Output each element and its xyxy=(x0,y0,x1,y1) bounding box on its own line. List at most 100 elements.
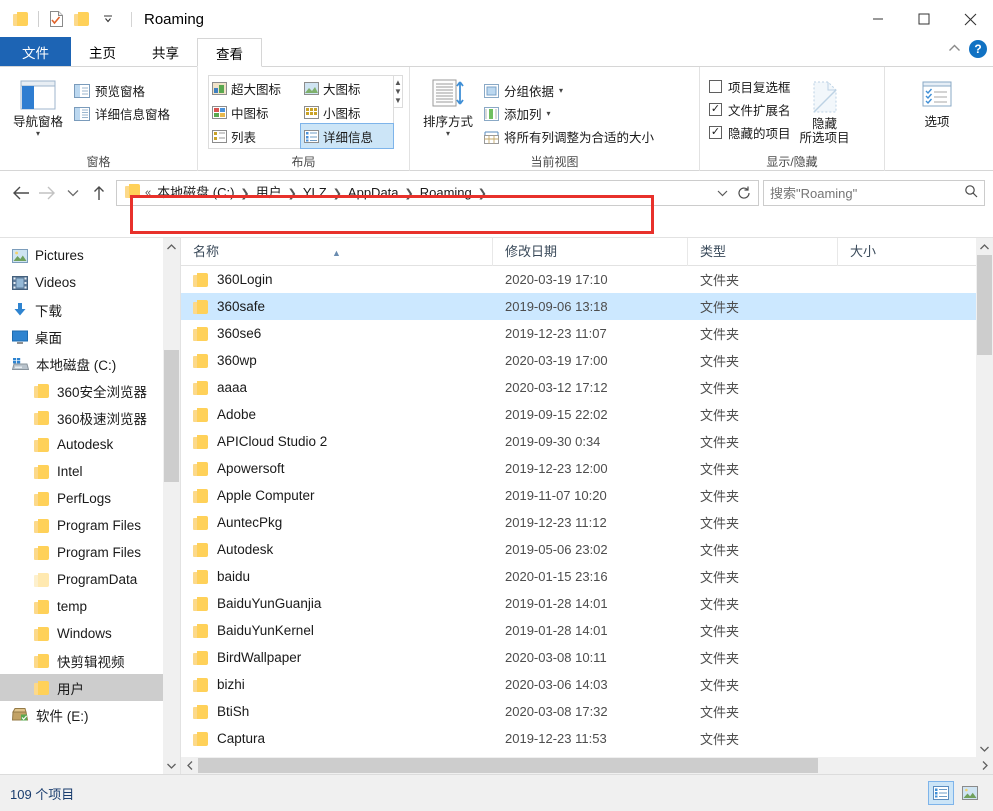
breadcrumb-item-3[interactable]: AppData xyxy=(343,182,404,204)
table-row[interactable]: Adobe 2019-09-15 22:02 文件夹 xyxy=(181,401,993,428)
forward-button[interactable] xyxy=(34,180,60,206)
table-row[interactable]: BtiSh 2020-03-08 17:32 文件夹 xyxy=(181,698,993,725)
file-list-vertical-scrollbar[interactable] xyxy=(976,238,993,757)
close-button[interactable] xyxy=(947,0,993,38)
gallery-scroll-down-icon[interactable]: ▼ xyxy=(394,87,402,96)
table-row[interactable]: baidu 2020-01-15 23:16 文件夹 xyxy=(181,563,993,590)
properties-icon[interactable] xyxy=(43,6,69,32)
sidebar-scrollbar-thumb[interactable] xyxy=(164,350,179,482)
gallery-scroll-up-icon[interactable]: ▲ xyxy=(394,78,402,87)
help-icon[interactable]: ? xyxy=(969,40,987,58)
column-header-name[interactable]: ▲ 名称 xyxy=(181,238,493,266)
details-pane-button[interactable]: 详细信息窗格 xyxy=(70,102,174,125)
sidebar-item-temp[interactable]: temp xyxy=(0,593,180,620)
up-button[interactable] xyxy=(86,180,112,206)
sidebar-scroll-down-icon[interactable] xyxy=(163,757,180,774)
layout-details[interactable]: 详细信息 xyxy=(300,123,394,149)
customize-dropdown-icon[interactable] xyxy=(95,6,121,32)
navigation-pane-button[interactable]: 导航窗格 ▾ xyxy=(6,71,70,138)
checkbox-checked-icon[interactable]: ✓ xyxy=(709,126,722,139)
search-input[interactable] xyxy=(770,185,964,201)
breadcrumb-item-4[interactable]: Roaming xyxy=(415,182,477,204)
file-list-horizontal-scrollbar[interactable] xyxy=(181,757,993,774)
sidebar-item-users[interactable]: 用户 xyxy=(0,674,180,701)
add-columns-button[interactable]: 添加列 ▾ xyxy=(480,102,658,125)
tab-view[interactable]: 查看 xyxy=(197,38,262,67)
table-row[interactable]: Apple Computer 2019-11-07 10:20 文件夹 xyxy=(181,482,993,509)
sidebar-item-programdata[interactable]: ProgramData xyxy=(0,566,180,593)
table-row[interactable]: 360safe 2019-09-06 13:18 文件夹 xyxy=(181,293,993,320)
search-icon[interactable] xyxy=(964,184,978,203)
gallery-expand-icon[interactable]: ▼ xyxy=(394,96,402,105)
size-all-columns-button[interactable]: 将所有列调整为合适的大小 xyxy=(480,125,658,148)
group-by-button[interactable]: 分组依据 ▾ xyxy=(480,79,658,102)
table-row[interactable]: aaaa 2020-03-12 17:12 文件夹 xyxy=(181,374,993,401)
table-row[interactable]: BirdWallpaper 2020-03-08 10:11 文件夹 xyxy=(181,644,993,671)
table-row[interactable]: 360wp 2020-03-19 17:00 文件夹 xyxy=(181,347,993,374)
checkbox-unchecked-icon[interactable] xyxy=(709,80,722,93)
sidebar-item-360-safe-browser[interactable]: 360安全浏览器 xyxy=(0,377,180,404)
details-view-button[interactable] xyxy=(928,781,954,805)
breadcrumb-chevron-0[interactable]: ❯ xyxy=(239,187,250,200)
sidebar-item-perflogs[interactable]: PerfLogs xyxy=(0,485,180,512)
sidebar-scrollbar[interactable] xyxy=(163,238,180,774)
file-scrollbar-thumb[interactable] xyxy=(977,255,992,355)
refresh-icon[interactable] xyxy=(734,182,754,204)
minimize-button[interactable] xyxy=(855,0,901,38)
table-row[interactable]: AuntecPkg 2019-12-23 11:12 文件夹 xyxy=(181,509,993,536)
new-folder-icon[interactable] xyxy=(69,6,95,32)
tab-home[interactable]: 主页 xyxy=(71,37,134,66)
sidebar-item-program-files-x86[interactable]: Program Files xyxy=(0,539,180,566)
breadcrumb-chevron-3[interactable]: ❯ xyxy=(404,187,415,200)
layout-small-icons[interactable]: 小图标 xyxy=(301,100,393,124)
sidebar-item-program-files[interactable]: Program Files xyxy=(0,512,180,539)
collapse-ribbon-icon[interactable] xyxy=(948,40,961,58)
checkbox-checked-icon[interactable]: ✓ xyxy=(709,103,722,116)
tab-file[interactable]: 文件 xyxy=(0,37,71,66)
large-icons-view-button[interactable] xyxy=(957,781,983,805)
column-header-size[interactable]: 大小 xyxy=(838,238,948,266)
table-row[interactable]: Autodesk 2019-05-06 23:02 文件夹 xyxy=(181,536,993,563)
maximize-button[interactable] xyxy=(901,0,947,38)
breadcrumb-item-1[interactable]: 用户 xyxy=(251,182,287,204)
folder-icon[interactable] xyxy=(8,6,34,32)
sidebar-item-360-speed-browser[interactable]: 360极速浏览器 xyxy=(0,404,180,431)
file-hscrollbar-thumb[interactable] xyxy=(198,758,818,773)
breadcrumb-item-2[interactable]: YLZ xyxy=(298,182,332,204)
file-extensions-option[interactable]: ✓ 文件扩展名 xyxy=(706,98,794,121)
file-scroll-down-icon[interactable] xyxy=(976,740,993,757)
sidebar-item-windows[interactable]: Windows xyxy=(0,620,180,647)
table-row[interactable]: Captura 2019-12-23 11:53 文件夹 xyxy=(181,725,993,752)
table-row[interactable]: APICloud Studio 2 2019-09-30 0:34 文件夹 xyxy=(181,428,993,455)
layout-large-icons[interactable]: 大图标 xyxy=(301,76,393,100)
sidebar-item-local-disk-c[interactable]: 本地磁盘 (C:) xyxy=(0,350,180,377)
breadcrumb-chevron-4[interactable]: ❯ xyxy=(477,187,488,200)
item-checkboxes-option[interactable]: 项目复选框 xyxy=(706,75,794,98)
search-box[interactable] xyxy=(763,180,985,206)
sidebar-item-desktop[interactable]: 桌面 xyxy=(0,323,180,350)
layout-list[interactable]: 列表 xyxy=(209,124,301,148)
table-row[interactable]: Apowersoft 2019-12-23 12:00 文件夹 xyxy=(181,455,993,482)
layout-extra-large-icons[interactable]: 超大图标 xyxy=(209,76,301,100)
breadcrumb-chevron-1[interactable]: ❯ xyxy=(287,187,298,200)
table-row[interactable]: bizhi 2020-03-06 14:03 文件夹 xyxy=(181,671,993,698)
sidebar-item-intel[interactable]: Intel xyxy=(0,458,180,485)
tab-share[interactable]: 共享 xyxy=(134,37,197,66)
breadcrumb-chevron-2[interactable]: ❯ xyxy=(332,187,343,200)
sidebar-item-software-e[interactable]: 软件 (E:) xyxy=(0,701,180,728)
sidebar-item-quick-edit-video[interactable]: 快剪辑视频 xyxy=(0,647,180,674)
breadcrumb-overflow-icon[interactable]: « xyxy=(144,187,152,199)
sidebar-item-autodesk[interactable]: Autodesk xyxy=(0,431,180,458)
sidebar-item-pictures[interactable]: Pictures xyxy=(0,242,180,269)
back-button[interactable] xyxy=(8,180,34,206)
table-row[interactable]: BaiduYunKernel 2019-01-28 14:01 文件夹 xyxy=(181,617,993,644)
layout-medium-icons[interactable]: 中图标 xyxy=(209,100,301,124)
sidebar-item-videos[interactable]: Videos xyxy=(0,269,180,296)
file-scroll-up-icon[interactable] xyxy=(976,238,993,255)
recent-locations-button[interactable] xyxy=(60,180,86,206)
sidebar-scroll-up-icon[interactable] xyxy=(163,238,180,255)
file-scroll-right-icon[interactable] xyxy=(976,757,993,774)
sort-by-button[interactable]: 排序方式 ▾ xyxy=(416,71,480,138)
preview-pane-button[interactable]: 预览窗格 xyxy=(70,79,174,102)
address-dropdown-icon[interactable] xyxy=(712,182,732,204)
